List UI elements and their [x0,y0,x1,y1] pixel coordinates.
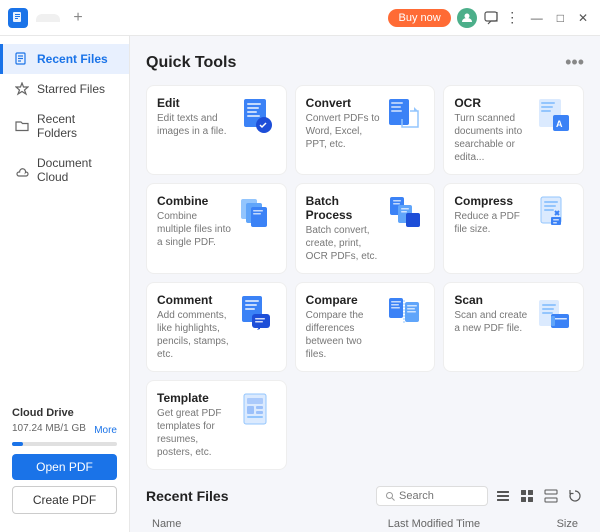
cloud-drive-more[interactable]: More [94,425,117,436]
tool-batch-desc: Batch convert, create, print, OCR PDFs, … [306,224,381,263]
cloud-drive-usage: 107.24 MB/1 GB [12,423,86,434]
buy-now-button[interactable]: Buy now [388,9,450,27]
recent-files-header: Recent Files [146,486,584,506]
tool-convert-name: Convert [306,96,381,110]
tool-convert[interactable]: Convert Convert PDFs to Word, Excel, PPT… [295,85,436,175]
sidebar: Recent Files Starred Files Recent Folder… [0,36,130,532]
cloud-drive-progress-bg [12,442,117,446]
recent-folders-icon [15,119,29,133]
tool-scan-desc: Scan and create a new PDF file. [454,309,529,335]
recent-files-actions [376,486,584,506]
sidebar-bottom: Cloud Drive 107.24 MB/1 GB More Open PDF… [0,397,129,524]
list-view-icon[interactable] [494,487,512,505]
tool-compare-desc: Compare the differences between two file… [306,309,381,361]
col-name: Name [146,514,382,532]
tool-compare-name: Compare [306,293,381,307]
tool-combine-name: Combine [157,194,232,208]
search-box [376,486,488,506]
tool-edit[interactable]: Edit Edit texts and images in a file. [146,85,287,175]
cloud-drive-progress-fill [12,442,23,446]
sidebar-item-label-document-cloud: Document Cloud [37,156,117,184]
tool-compare-icon [388,293,424,333]
tool-template[interactable]: Template Get great PDF templates for res… [146,380,287,470]
tool-comment-name: Comment [157,293,232,307]
recent-files-title: Recent Files [146,488,228,504]
tool-edit-name: Edit [157,96,232,110]
sidebar-nav: Recent Files Starred Files Recent Folder… [0,44,129,192]
tab-bar [36,14,60,22]
more-options-icon[interactable]: ⋮ [505,10,521,26]
tool-scan-icon [537,293,573,333]
starred-files-icon [15,82,29,96]
titlebar-right: Buy now ⋮ — □ ✕ [388,8,592,28]
app-icon [8,8,28,28]
cloud-drive-label: Cloud Drive [12,407,117,419]
tool-edit-desc: Edit texts and images in a file. [157,112,232,138]
tool-convert-desc: Convert PDFs to Word, Excel, PPT, etc. [306,112,381,151]
sidebar-item-recent-folders[interactable]: Recent Folders [0,104,129,148]
tool-comment[interactable]: Comment Add comments, like highlights, p… [146,282,287,372]
tool-batch-process[interactable]: Batch Process Batch convert, create, pri… [295,183,436,274]
tool-template-desc: Get great PDF templates for resumes, pos… [157,407,232,459]
search-icon [385,491,395,501]
tool-ocr-name: OCR [454,96,529,110]
quick-tools-header: Quick Tools ••• [146,52,584,73]
add-tab-button[interactable]: + [68,8,88,28]
tool-batch-icon [388,194,424,234]
tool-combine[interactable]: Combine Combine multiple files into a si… [146,183,287,274]
grid-view-icon[interactable] [518,487,536,505]
quick-tools-more-icon[interactable]: ••• [565,52,584,73]
close-button[interactable]: ✕ [574,11,592,25]
sidebar-item-label-recent-files: Recent Files [37,52,108,66]
file-table: Name Last Modified Time Size sodapdf-com… [146,514,584,532]
tool-batch-name: Batch Process [306,194,381,222]
minimize-button[interactable]: — [527,11,547,25]
col-modified: Last Modified Time [382,514,516,532]
sidebar-item-label-starred-files: Starred Files [37,82,105,96]
quick-tools-title: Quick Tools [146,54,236,72]
sidebar-item-label-recent-folders: Recent Folders [37,112,117,140]
tool-scan-name: Scan [454,293,529,307]
tool-comment-desc: Add comments, like highlights, pencils, … [157,309,232,361]
tool-combine-desc: Combine multiple files into a single PDF… [157,210,232,249]
refresh-icon[interactable] [566,487,584,505]
chat-icon[interactable] [483,10,499,26]
tool-combine-icon [240,194,276,234]
tool-scan[interactable]: Scan Scan and create a new PDF file. [443,282,584,372]
open-pdf-button[interactable]: Open PDF [12,454,117,480]
maximize-button[interactable]: □ [553,11,568,25]
tools-grid: Edit Edit texts and images in a file. Co… [146,85,584,470]
tool-ocr-desc: Turn scanned documents into searchable o… [454,112,529,164]
content-area: Quick Tools ••• Edit Edit texts and imag… [130,36,600,532]
create-pdf-button[interactable]: Create PDF [12,486,117,514]
sidebar-item-document-cloud[interactable]: Document Cloud [0,148,129,192]
col-size: Size [516,514,584,532]
tool-compress-name: Compress [454,194,529,208]
sidebar-item-starred-files[interactable]: Starred Files [0,74,129,104]
tool-compress-icon [537,194,573,234]
tool-template-icon [240,391,276,431]
recent-files-icon [15,52,29,66]
tool-compare[interactable]: Compare Compare the differences between … [295,282,436,372]
tool-compress[interactable]: Compress Reduce a PDF file size. [443,183,584,274]
tool-convert-icon [388,96,424,136]
document-cloud-icon [15,163,29,177]
tool-edit-icon [240,96,276,136]
tool-ocr[interactable]: OCR Turn scanned documents into searchab… [443,85,584,175]
tool-compress-desc: Reduce a PDF file size. [454,210,529,236]
tool-template-name: Template [157,391,232,405]
main-layout: Recent Files Starred Files Recent Folder… [0,36,600,532]
sidebar-item-recent-files[interactable]: Recent Files [0,44,129,74]
main-tab[interactable] [36,14,60,22]
tool-ocr-icon: A [537,96,573,136]
details-view-icon[interactable] [542,487,560,505]
svg-text:A: A [556,119,563,129]
titlebar-left: + [8,8,88,28]
avatar[interactable] [457,8,477,28]
search-input[interactable] [399,490,479,502]
titlebar: + Buy now ⋮ — □ ✕ [0,0,600,36]
tool-comment-icon [240,293,276,333]
